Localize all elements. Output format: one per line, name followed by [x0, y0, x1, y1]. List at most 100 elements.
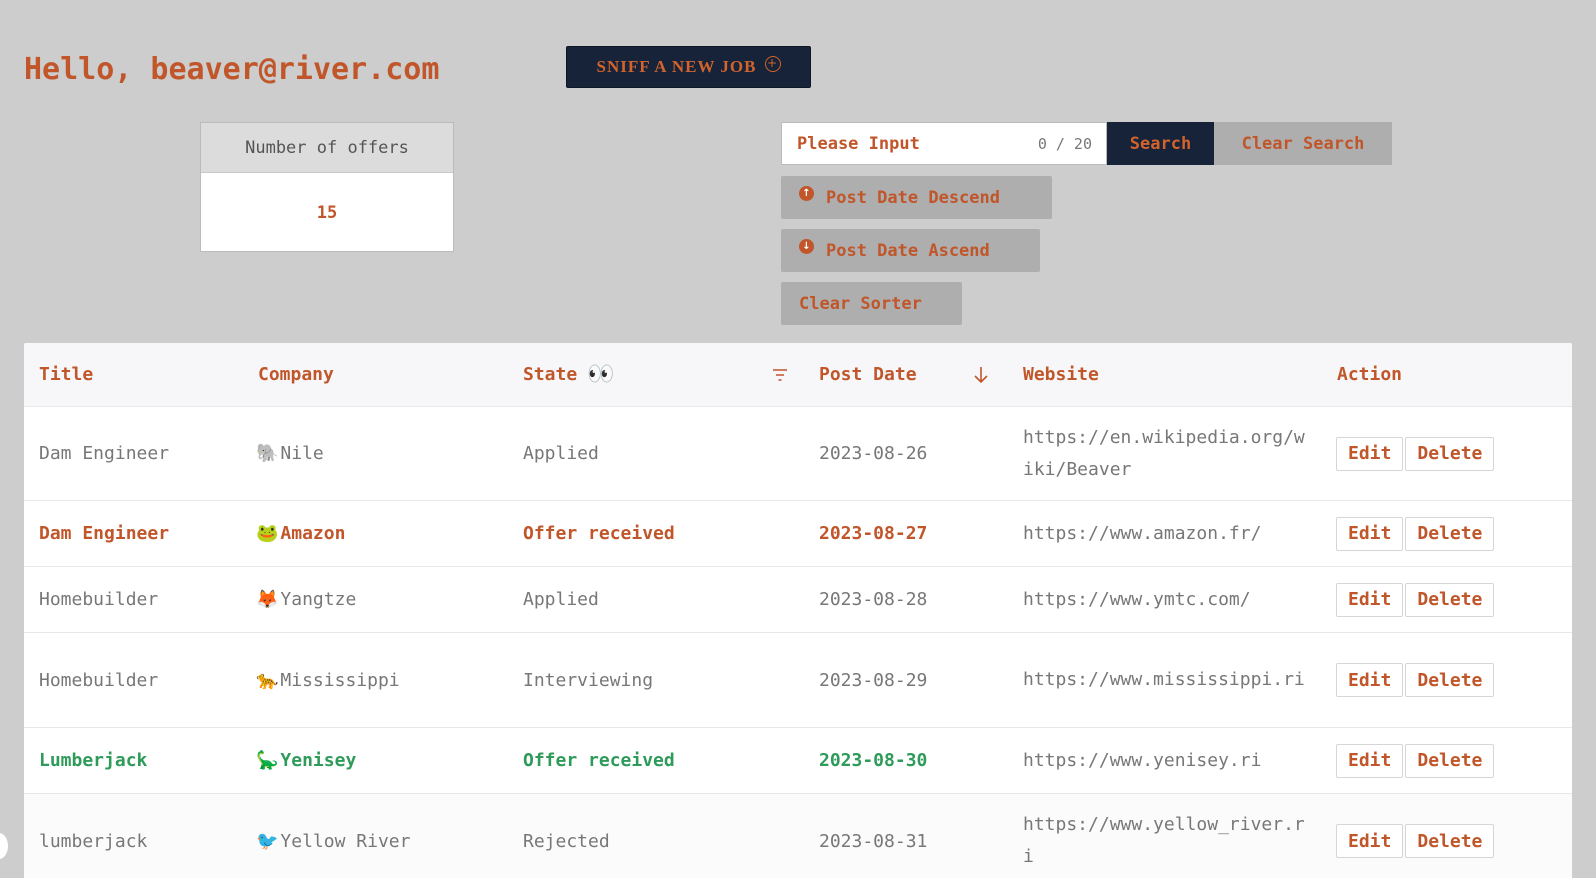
table-header: Title Company State 👀 Post Date Website … [24, 343, 1572, 407]
row-post-date: 2023-08-31 [819, 830, 928, 852]
eyes-icon: 👀 [587, 362, 614, 387]
table-row: Homebuilder 🦊 Yangtze Applied 2023-08-28 http… [24, 567, 1572, 633]
row-company-name: Yellow River [280, 830, 411, 852]
row-company: 🐆 Mississippi [256, 633, 400, 727]
column-title[interactable]: Title [39, 343, 93, 406]
offers-count-label: Number of offers [201, 123, 453, 173]
edit-button[interactable]: Edit [1336, 436, 1404, 471]
row-company: 🐦 Yellow River [256, 794, 410, 878]
post-date-descend-label: Post Date Descend [826, 187, 1000, 208]
row-company: 🐸 Amazon [256, 501, 345, 566]
row-state: Applied [523, 589, 599, 610]
row-post-date: 2023-08-27 [819, 523, 928, 544]
row-actions: Edit Delete [1336, 728, 1495, 793]
table-row: Homebuilder 🐆 Mississippi Interviewing 2023-… [24, 633, 1572, 728]
filter-icon[interactable] [772, 343, 788, 406]
company-animal-icon: 🐦 [256, 830, 279, 852]
row-website: https://www.yellow_river.ri [1023, 814, 1305, 867]
row-company-name: Mississippi [280, 669, 400, 691]
clear-sorter-button[interactable]: Clear Sorter [781, 282, 962, 325]
plus-circle-icon: + [764, 56, 781, 72]
search-char-counter: 0 / 20 [1037, 134, 1092, 153]
post-date-descend-button[interactable]: ↑ Post Date Descend [781, 176, 1052, 219]
company-animal-icon: 🐸 [256, 523, 279, 544]
row-actions: Edit Delete [1336, 501, 1495, 566]
offers-count-value: 15 [316, 203, 338, 223]
sniff-new-job-label: SNIFF A NEW JOB [596, 57, 757, 76]
page: Hello, beaver@river.com SNIFF A NEW JOB … [0, 0, 1596, 878]
edit-button[interactable]: Edit [1336, 824, 1404, 858]
post-date-ascend-label: Post Date Ascend [826, 240, 990, 261]
row-title: Dam Engineer [39, 523, 170, 544]
table-row: Lumberjack 🦕 Yenisey Offer received 2023-08-… [24, 728, 1572, 794]
row-post-date: 2023-08-29 [819, 669, 928, 691]
column-company[interactable]: Company [258, 343, 334, 406]
company-animal-icon: 🦊 [256, 589, 279, 610]
row-actions: Edit Delete [1336, 567, 1495, 632]
row-company: 🦕 Yenisey [256, 728, 356, 793]
row-title: lumberjack [39, 830, 148, 852]
search-input[interactable]: Please Input 0 / 20 [781, 122, 1107, 165]
delete-button[interactable]: Delete [1405, 582, 1495, 617]
row-company: 🐘 Nile [256, 407, 324, 500]
delete-button[interactable]: Delete [1405, 824, 1495, 858]
table-row: lumberjack 🐦 Yellow River Rejected 2023-08-3… [24, 794, 1572, 878]
column-state[interactable]: State 👀 [523, 343, 615, 406]
company-animal-icon: 🐆 [256, 669, 279, 691]
offers-count-card: Number of offers 15 [200, 122, 454, 252]
row-state: Offer received [523, 750, 675, 771]
row-state: Rejected [523, 830, 610, 852]
row-website: https://www.yenisey.ri [1023, 749, 1262, 771]
company-animal-icon: 🐘 [256, 443, 279, 464]
greeting: Hello, beaver@river.com [24, 52, 440, 87]
row-state: Offer received [523, 523, 675, 544]
delete-button[interactable]: Delete [1405, 743, 1495, 778]
delete-button[interactable]: Delete [1405, 663, 1495, 697]
arrow-down-circle-icon: ↓ [799, 239, 814, 254]
row-actions: Edit Delete [1336, 407, 1495, 500]
search-bar: Please Input 0 / 20 Search Clear Search [781, 122, 1392, 165]
table-body: Dam Engineer 🐘 Nile Applied 2023-08-26 https:… [24, 407, 1572, 878]
clear-search-button[interactable]: Clear Search [1214, 122, 1392, 165]
column-website[interactable]: Website [1023, 343, 1099, 406]
row-state: Interviewing [523, 669, 654, 691]
column-action: Action [1337, 364, 1403, 385]
scroll-handle[interactable] [0, 833, 8, 859]
edit-button[interactable]: Edit [1336, 582, 1404, 617]
table-row: Dam Engineer 🐘 Nile Applied 2023-08-26 https:… [24, 407, 1572, 501]
clear-sorter-label: Clear Sorter [799, 293, 922, 314]
edit-button[interactable]: Edit [1336, 663, 1404, 697]
arrow-up-circle-icon: ↑ [799, 186, 814, 201]
search-button[interactable]: Search [1107, 122, 1214, 165]
row-website: https://www.ymtc.com/ [1023, 588, 1251, 610]
row-actions: Edit Delete [1336, 794, 1495, 878]
row-actions: Edit Delete [1336, 633, 1495, 727]
sort-down-icon[interactable] [974, 343, 988, 406]
company-animal-icon: 🦕 [256, 750, 279, 771]
search-placeholder: Please Input [797, 133, 920, 154]
row-website: https://www.mississippi.ri [1023, 669, 1305, 690]
row-company: 🦊 Yangtze [256, 567, 356, 632]
row-post-date: 2023-08-28 [819, 589, 928, 610]
edit-button[interactable]: Edit [1336, 516, 1404, 551]
row-title: Lumberjack [39, 750, 148, 771]
row-title: Homebuilder [39, 589, 159, 610]
sniff-new-job-button[interactable]: SNIFF A NEW JOB + [566, 46, 811, 88]
table-row: Dam Engineer 🐸 Amazon Offer received 2023-08… [24, 501, 1572, 567]
row-state: Applied [523, 443, 599, 464]
row-company-name: Nile [280, 443, 324, 464]
row-title: Homebuilder [39, 669, 159, 691]
delete-button[interactable]: Delete [1405, 516, 1495, 551]
offers-table: Title Company State 👀 Post Date Website … [24, 343, 1572, 878]
row-title: Dam Engineer [39, 443, 170, 464]
column-state-label: State [523, 364, 578, 385]
row-company-name: Amazon [280, 523, 346, 544]
edit-button[interactable]: Edit [1336, 743, 1404, 778]
row-post-date: 2023-08-26 [819, 443, 928, 464]
delete-button[interactable]: Delete [1405, 436, 1495, 471]
row-post-date: 2023-08-30 [819, 750, 928, 771]
row-company-name: Yangtze [280, 589, 357, 610]
column-post-date[interactable]: Post Date [819, 343, 917, 406]
row-website: https://www.amazon.fr/ [1023, 522, 1262, 544]
post-date-ascend-button[interactable]: ↓ Post Date Ascend [781, 229, 1040, 272]
